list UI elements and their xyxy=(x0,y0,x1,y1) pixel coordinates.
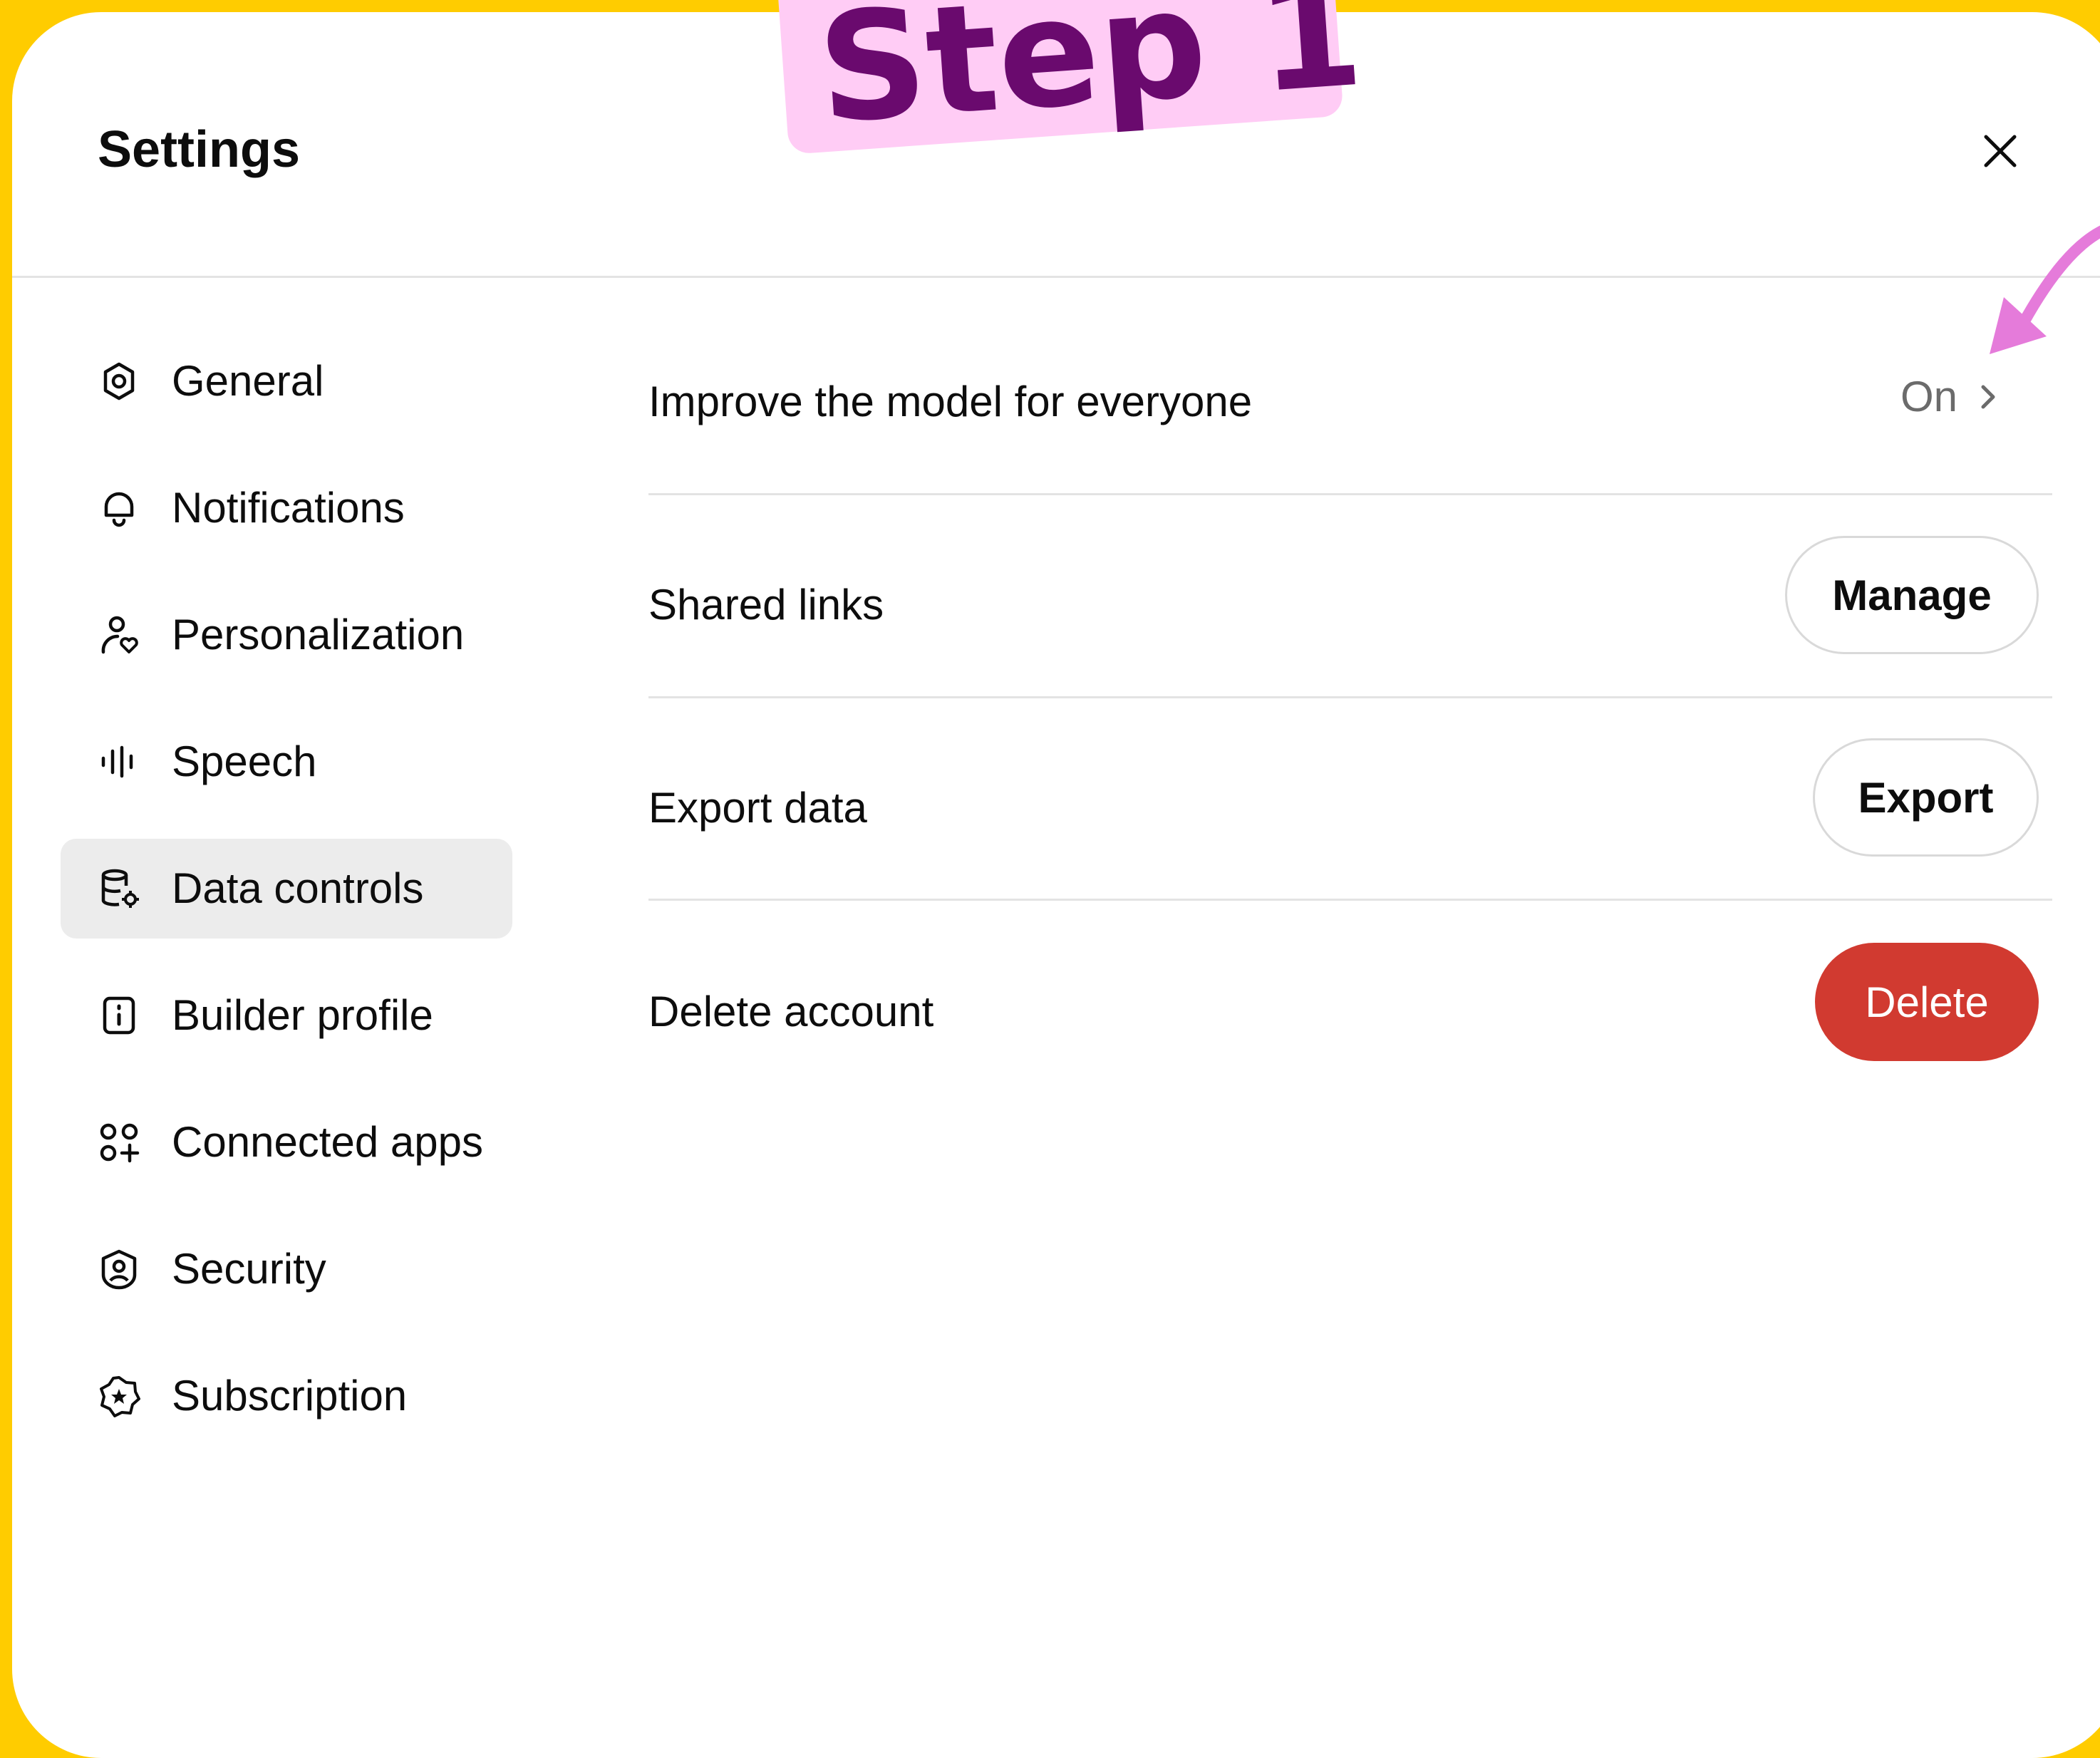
sidebar-item-general[interactable]: General xyxy=(61,331,512,431)
sidebar-item-notifications[interactable]: Notifications xyxy=(61,458,512,558)
header-divider xyxy=(12,276,2100,278)
manage-button[interactable]: Manage xyxy=(1785,536,2039,654)
sidebar-item-label: Builder profile xyxy=(172,991,433,1039)
sidebar-item-label: Personalization xyxy=(172,611,465,658)
annotation-arrow xyxy=(1990,225,2100,354)
id-badge-icon xyxy=(103,996,135,1035)
sidebar-item-subscription[interactable]: Subscription xyxy=(61,1346,512,1446)
row-divider xyxy=(648,899,2052,901)
person-heart-icon xyxy=(101,616,138,654)
row-label-delete-account: Delete account xyxy=(648,988,934,1035)
close-button[interactable] xyxy=(1968,119,2032,183)
sidebar-item-personalization[interactable]: Personalization xyxy=(61,585,512,685)
bell-icon xyxy=(104,492,134,527)
sidebar-item-label: Data controls xyxy=(172,864,424,912)
sidebar-item-security[interactable]: Security xyxy=(61,1219,512,1319)
star-badge-icon xyxy=(100,1376,140,1417)
row-label-export-data: Export data xyxy=(648,784,867,832)
gear-icon xyxy=(103,362,135,400)
apps-grid-icon xyxy=(100,1123,140,1163)
row-divider xyxy=(648,696,2052,698)
improve-model-status[interactable]: On xyxy=(1900,372,2009,421)
sidebar-item-label: Notifications xyxy=(172,484,405,532)
dialog-title: Settings xyxy=(98,121,301,178)
sidebar-item-data-controls[interactable]: Data controls xyxy=(61,839,512,939)
settings-dialog: Settings General Notifications Personali… xyxy=(12,12,2100,1758)
step-label: Step 1 xyxy=(812,0,1368,157)
sidebar-item-speech[interactable]: Speech xyxy=(61,712,512,812)
row-divider xyxy=(648,493,2052,495)
export-button[interactable]: Export xyxy=(1813,738,2039,857)
chevron-right-icon xyxy=(1981,385,1995,408)
close-icon xyxy=(1984,135,2017,167)
database-gear-icon xyxy=(101,869,139,908)
sidebar-item-label: Speech xyxy=(172,738,317,785)
sidebar-item-builder-profile[interactable]: Builder profile xyxy=(61,966,512,1065)
sidebar-item-label: Connected apps xyxy=(172,1118,483,1166)
status-value: On xyxy=(1900,373,1958,420)
sidebar-item-connected-apps[interactable]: Connected apps xyxy=(61,1092,512,1192)
sidebar-item-label: Security xyxy=(172,1245,326,1293)
row-label-shared-links: Shared links xyxy=(648,581,884,629)
sidebar-item-label: General xyxy=(172,357,324,405)
row-label-improve-model: Improve the model for everyone xyxy=(648,378,1253,425)
waveform-icon xyxy=(101,745,133,778)
delete-button[interactable]: Delete xyxy=(1815,943,2039,1061)
sidebar-item-label: Subscription xyxy=(172,1372,408,1420)
shield-user-icon xyxy=(101,1249,137,1290)
